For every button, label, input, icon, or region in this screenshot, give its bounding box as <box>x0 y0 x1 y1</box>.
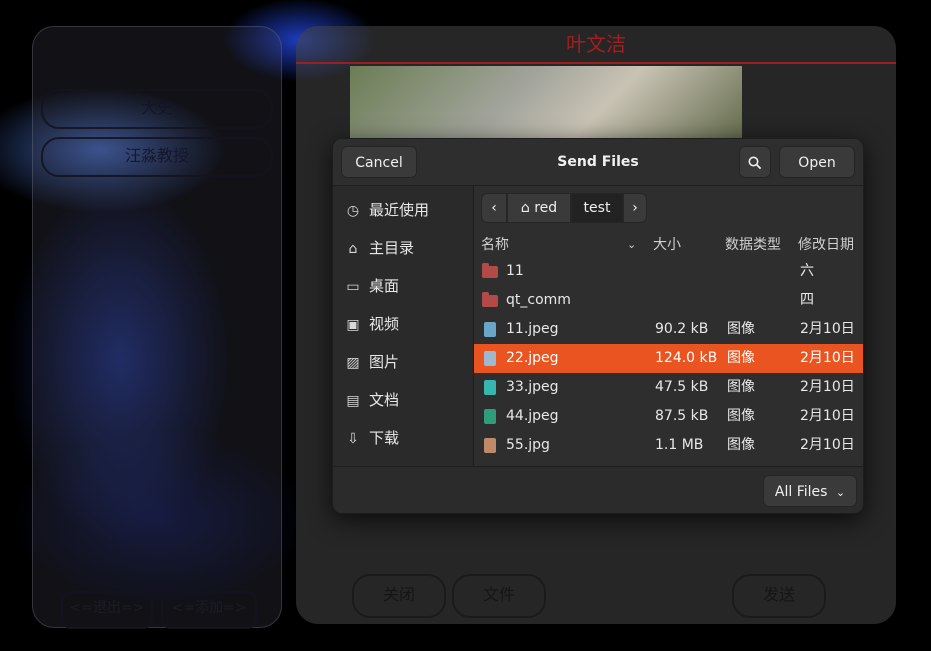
file-name-cell: 55.jpg <box>506 437 550 453</box>
dialog-headerbar: Cancel Send Files Open <box>333 139 863 186</box>
file-row[interactable]: 33.jpeg 47.5 kB 图像 2月10日 <box>474 373 863 402</box>
sidebar-item-label: 图片 <box>369 353 400 371</box>
sidebar-item-label: 文档 <box>369 391 400 409</box>
exit-button[interactable]: <=退出=> <box>61 591 153 629</box>
sidebar-item-desktop[interactable]: ▭ 桌面 <box>345 274 471 298</box>
cancel-button[interactable]: Cancel <box>341 146 417 178</box>
chevron-left-icon: ‹ <box>491 200 497 216</box>
file-modified-cell: 2月10日 <box>800 408 855 424</box>
dialog-footer: All Files ⌄ <box>333 466 863 513</box>
desktop-icon: ▭ <box>346 279 360 295</box>
sidebar-item-videos[interactable]: ▣ 视频 <box>345 312 471 336</box>
add-button[interactable]: <=添加=> <box>161 591 257 629</box>
file-chooser-dialog: Cancel Send Files Open ◷ 最近使用 ⌂ 主目录 ▭ 桌面 ▣ 视… <box>332 138 864 514</box>
sidebar-item-label: 最近使用 <box>369 201 430 219</box>
path-forward-button[interactable]: › <box>623 193 647 223</box>
file-name-cell: 11 <box>506 263 524 279</box>
file-type-cell: 图像 <box>727 408 755 424</box>
sidebar-item-documents[interactable]: ▤ 文档 <box>345 388 471 412</box>
path-crumb-home[interactable]: ⌂ red <box>507 193 571 223</box>
places-sidebar: ◷ 最近使用 ⌂ 主目录 ▭ 桌面 ▣ 视频 ▨ 图片 ▤ 文档 ⇩ 下载 <box>333 186 474 466</box>
image-icon: ▨ <box>346 355 360 371</box>
dialog-title: Send Files <box>557 154 639 170</box>
path-crumb-current[interactable]: test <box>571 193 623 223</box>
send-button[interactable]: 发送 <box>732 574 826 618</box>
column-header-type[interactable]: 数据类型 <box>725 233 797 257</box>
column-label: 名称 <box>481 237 509 253</box>
folder-icon <box>482 263 498 278</box>
sidebar-item-label: 桌面 <box>369 277 400 295</box>
contact-list-panel: 大史 汪淼教授 <=退出=> <=添加=> <box>32 26 282 629</box>
file-modified-cell: 四 <box>800 292 814 308</box>
file-row[interactable]: 11.jpeg 90.2 kB 图像 2月10日 <box>474 315 863 344</box>
search-icon <box>748 156 762 170</box>
path-back-button[interactable]: ‹ <box>481 193 507 223</box>
file-size-cell: 87.5 kB <box>655 408 709 424</box>
video-icon: ▣ <box>346 317 360 333</box>
file-type-cell: 图像 <box>727 350 755 366</box>
file-modified-cell: 2月10日 <box>800 350 855 366</box>
image-file-icon <box>484 409 496 424</box>
file-size-cell: 1.1 MB <box>655 437 704 453</box>
chevron-right-icon: › <box>632 200 638 216</box>
file-size-cell: 90.2 kB <box>655 321 709 337</box>
file-name-cell: 11.jpeg <box>506 321 559 337</box>
file-type-cell: 图像 <box>727 437 755 453</box>
file-row[interactable]: qt_comm 四 <box>474 286 863 315</box>
clock-icon: ◷ <box>346 203 360 219</box>
sidebar-item-recent[interactable]: ◷ 最近使用 <box>345 198 471 222</box>
chevron-down-icon: ⌄ <box>835 486 846 499</box>
home-icon: ⌂ <box>520 200 530 216</box>
file-name-cell: 22.jpeg <box>506 350 559 366</box>
home-icon: ⌂ <box>348 241 358 257</box>
image-file-icon <box>484 380 496 395</box>
image-file-icon <box>484 322 496 337</box>
sidebar-item-downloads[interactable]: ⇩ 下载 <box>345 426 471 450</box>
file-name-cell: 33.jpeg <box>506 379 559 395</box>
sidebar-item-label: 主目录 <box>369 239 415 257</box>
image-file-icon <box>484 351 496 366</box>
file-size-cell: 124.0 kB <box>655 350 718 366</box>
image-file-icon <box>484 438 496 453</box>
sidebar-item-label: 下载 <box>369 429 400 447</box>
column-header-modified[interactable]: 修改日期 <box>798 233 863 257</box>
column-header-size[interactable]: 大小 <box>653 233 723 257</box>
file-type-cell: 图像 <box>727 379 755 395</box>
download-icon: ⇩ <box>347 431 359 447</box>
path-crumb-label: red <box>534 200 558 216</box>
sidebar-item-home[interactable]: ⌂ 主目录 <box>345 236 471 260</box>
file-row[interactable]: 55.jpg 1.1 MB 图像 2月10日 <box>474 431 863 460</box>
close-button[interactable]: 关闭 <box>352 574 446 618</box>
contact-item[interactable]: 大史 <box>41 89 273 129</box>
filter-label: All Files <box>774 484 828 500</box>
chat-title: 叶文洁 <box>296 26 896 64</box>
file-row[interactable]: 22.jpeg 124.0 kB 图像 2月10日 <box>474 344 863 373</box>
column-header-name[interactable]: 名称 ⌄ <box>481 233 641 257</box>
chevron-down-icon: ⌄ <box>627 238 637 251</box>
file-filter-select[interactable]: All Files ⌄ <box>763 475 857 507</box>
file-modified-cell: 2月10日 <box>800 379 855 395</box>
file-name-cell: 44.jpeg <box>506 408 559 424</box>
sidebar-item-label: 视频 <box>369 315 400 333</box>
file-button[interactable]: 文件 <box>452 574 546 618</box>
search-button[interactable] <box>739 146 771 178</box>
path-crumb-label: test <box>583 200 611 216</box>
contact-item[interactable]: 汪淼教授 <box>41 137 273 177</box>
file-size-cell: 47.5 kB <box>655 379 709 395</box>
open-button[interactable]: Open <box>779 146 855 178</box>
folder-icon <box>482 292 498 307</box>
file-modified-cell: 六 <box>800 263 814 279</box>
sidebar-item-pictures[interactable]: ▨ 图片 <box>345 350 471 374</box>
file-modified-cell: 2月10日 <box>800 321 855 337</box>
file-type-cell: 图像 <box>727 321 755 337</box>
file-row[interactable]: 44.jpeg 87.5 kB 图像 2月10日 <box>474 402 863 431</box>
document-icon: ▤ <box>346 393 360 409</box>
file-row[interactable]: 11 六 <box>474 257 863 286</box>
file-modified-cell: 2月10日 <box>800 437 855 453</box>
file-name-cell: qt_comm <box>506 292 571 308</box>
